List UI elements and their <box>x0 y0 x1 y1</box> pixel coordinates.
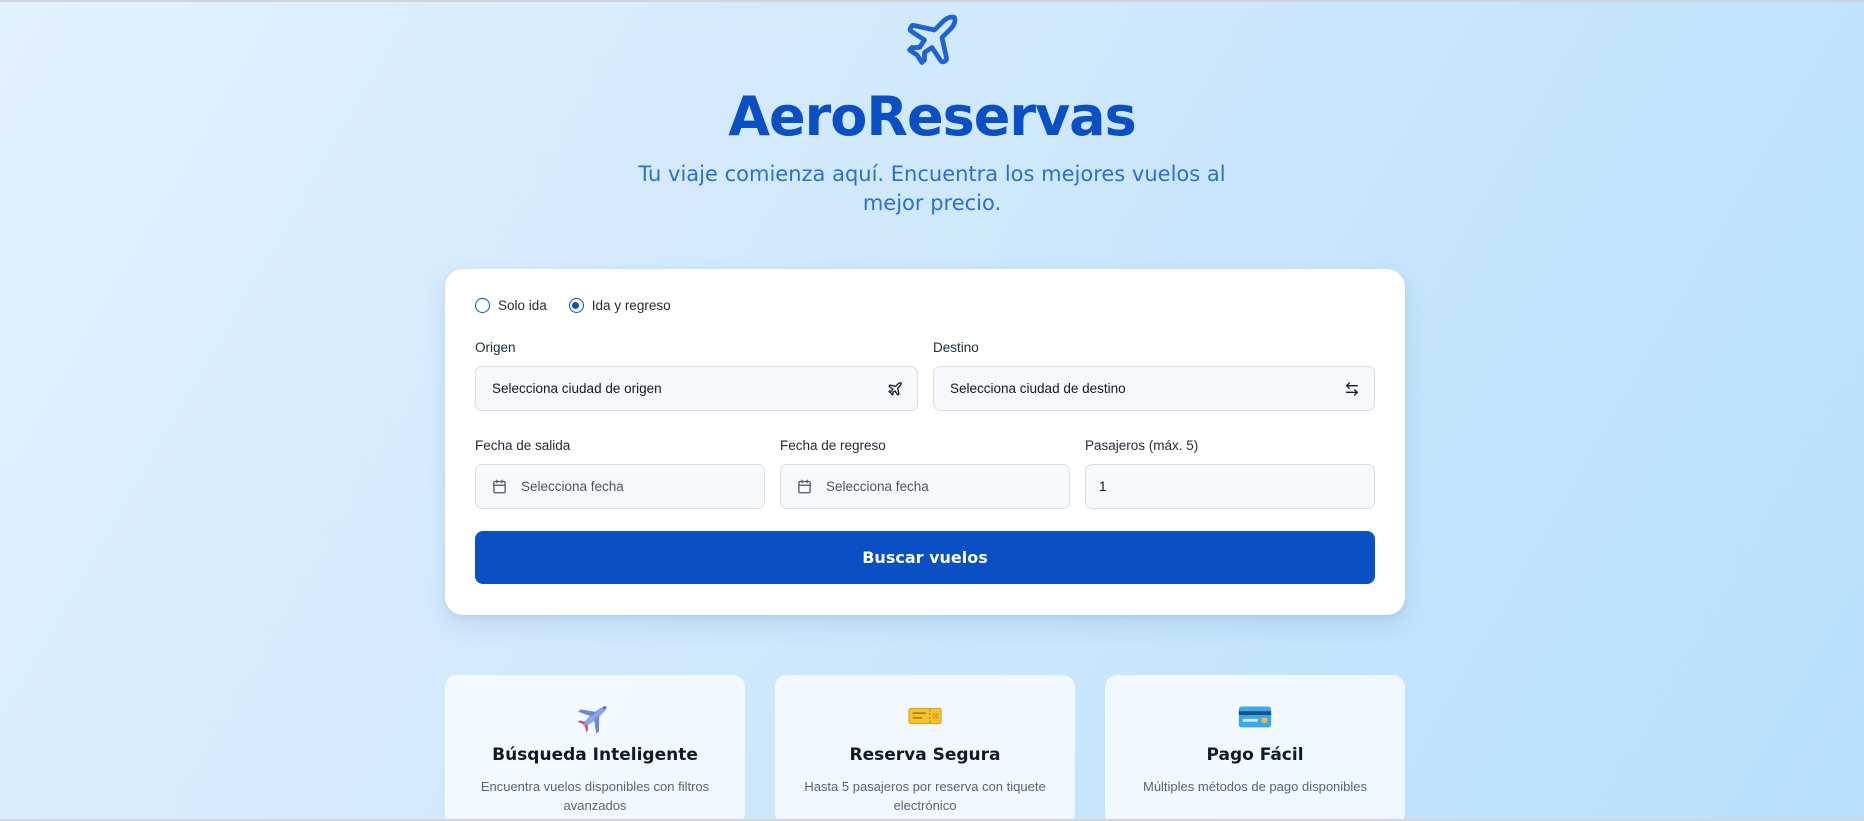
feature-title: Pago Fácil <box>1206 745 1304 765</box>
passengers-value: 1 <box>1099 479 1107 494</box>
credit-card-icon <box>1238 706 1272 728</box>
origin-label: Origen <box>475 340 516 355</box>
destination-label: Destino <box>933 340 979 355</box>
radio-one-way[interactable] <box>475 298 490 313</box>
hero: AeroReservas Tu viaje comienza aquí. Enc… <box>0 10 1864 218</box>
tagline: Tu viaje comienza aquí. Encuentra los me… <box>638 162 1226 215</box>
feature-card-easy-payment: Pago Fácil Múltiples métodos de pago dis… <box>1105 675 1405 821</box>
airplane-emoji-icon <box>577 705 607 734</box>
feature-description: Encuentra vuelos disponibles con filtros… <box>480 779 710 813</box>
passengers-label: Pasajeros (máx. 5) <box>1085 438 1199 453</box>
trip-type-round-trip[interactable]: Ida y regreso <box>568 298 671 313</box>
feature-card-smart-search: Búsqueda Inteligente Encuentra vuelos di… <box>445 675 745 821</box>
radio-round-trip[interactable] <box>568 298 584 313</box>
return-date-placeholder: Selecciona fecha <box>826 479 929 494</box>
feature-description: Múltiples métodos de pago disponibles <box>1142 779 1368 794</box>
departure-date-placeholder: Selecciona fecha <box>521 479 624 494</box>
destination-select[interactable]: Selecciona ciudad de destino <box>933 366 1375 411</box>
feature-title: Reserva Segura <box>849 745 1001 765</box>
swap-icon[interactable] <box>1344 381 1360 397</box>
departure-date-input[interactable]: Selecciona fecha <box>475 464 765 509</box>
airplane-icon <box>888 382 902 396</box>
trip-type-one-way[interactable]: Solo ida <box>475 298 547 313</box>
feature-card-secure-booking: Reserva Segura Hasta 5 pasajeros por res… <box>775 675 1075 821</box>
top-border <box>0 0 1864 2</box>
feature-description: Hasta 5 pasajeros por reserva con tiquet… <box>804 779 1046 813</box>
airplane-icon <box>907 14 958 65</box>
origin-select[interactable]: Selecciona ciudad de origen <box>475 366 918 411</box>
trip-type-one-way-label: Solo ida <box>498 298 547 313</box>
feature-title: Búsqueda Inteligente <box>492 745 698 765</box>
brand-title: AeroReservas <box>728 85 1137 148</box>
origin-value: Selecciona ciudad de origen <box>492 381 662 396</box>
trip-type-group: Solo ida Ida y regreso <box>475 298 671 313</box>
calendar-icon <box>798 479 811 494</box>
ticket-icon <box>908 707 942 725</box>
trip-type-round-trip-label: Ida y regreso <box>591 298 671 313</box>
search-flights-button[interactable]: Buscar vuelos <box>475 531 1375 584</box>
return-date-label: Fecha de regreso <box>780 438 886 453</box>
calendar-icon <box>493 479 506 494</box>
return-date-input[interactable]: Selecciona fecha <box>780 464 1070 509</box>
departure-date-label: Fecha de salida <box>475 438 571 453</box>
passengers-input[interactable]: 1 <box>1085 464 1375 509</box>
destination-value: Selecciona ciudad de destino <box>950 381 1126 396</box>
flight-search-form: Solo ida Ida y regreso Origen Selecciona… <box>445 269 1405 615</box>
